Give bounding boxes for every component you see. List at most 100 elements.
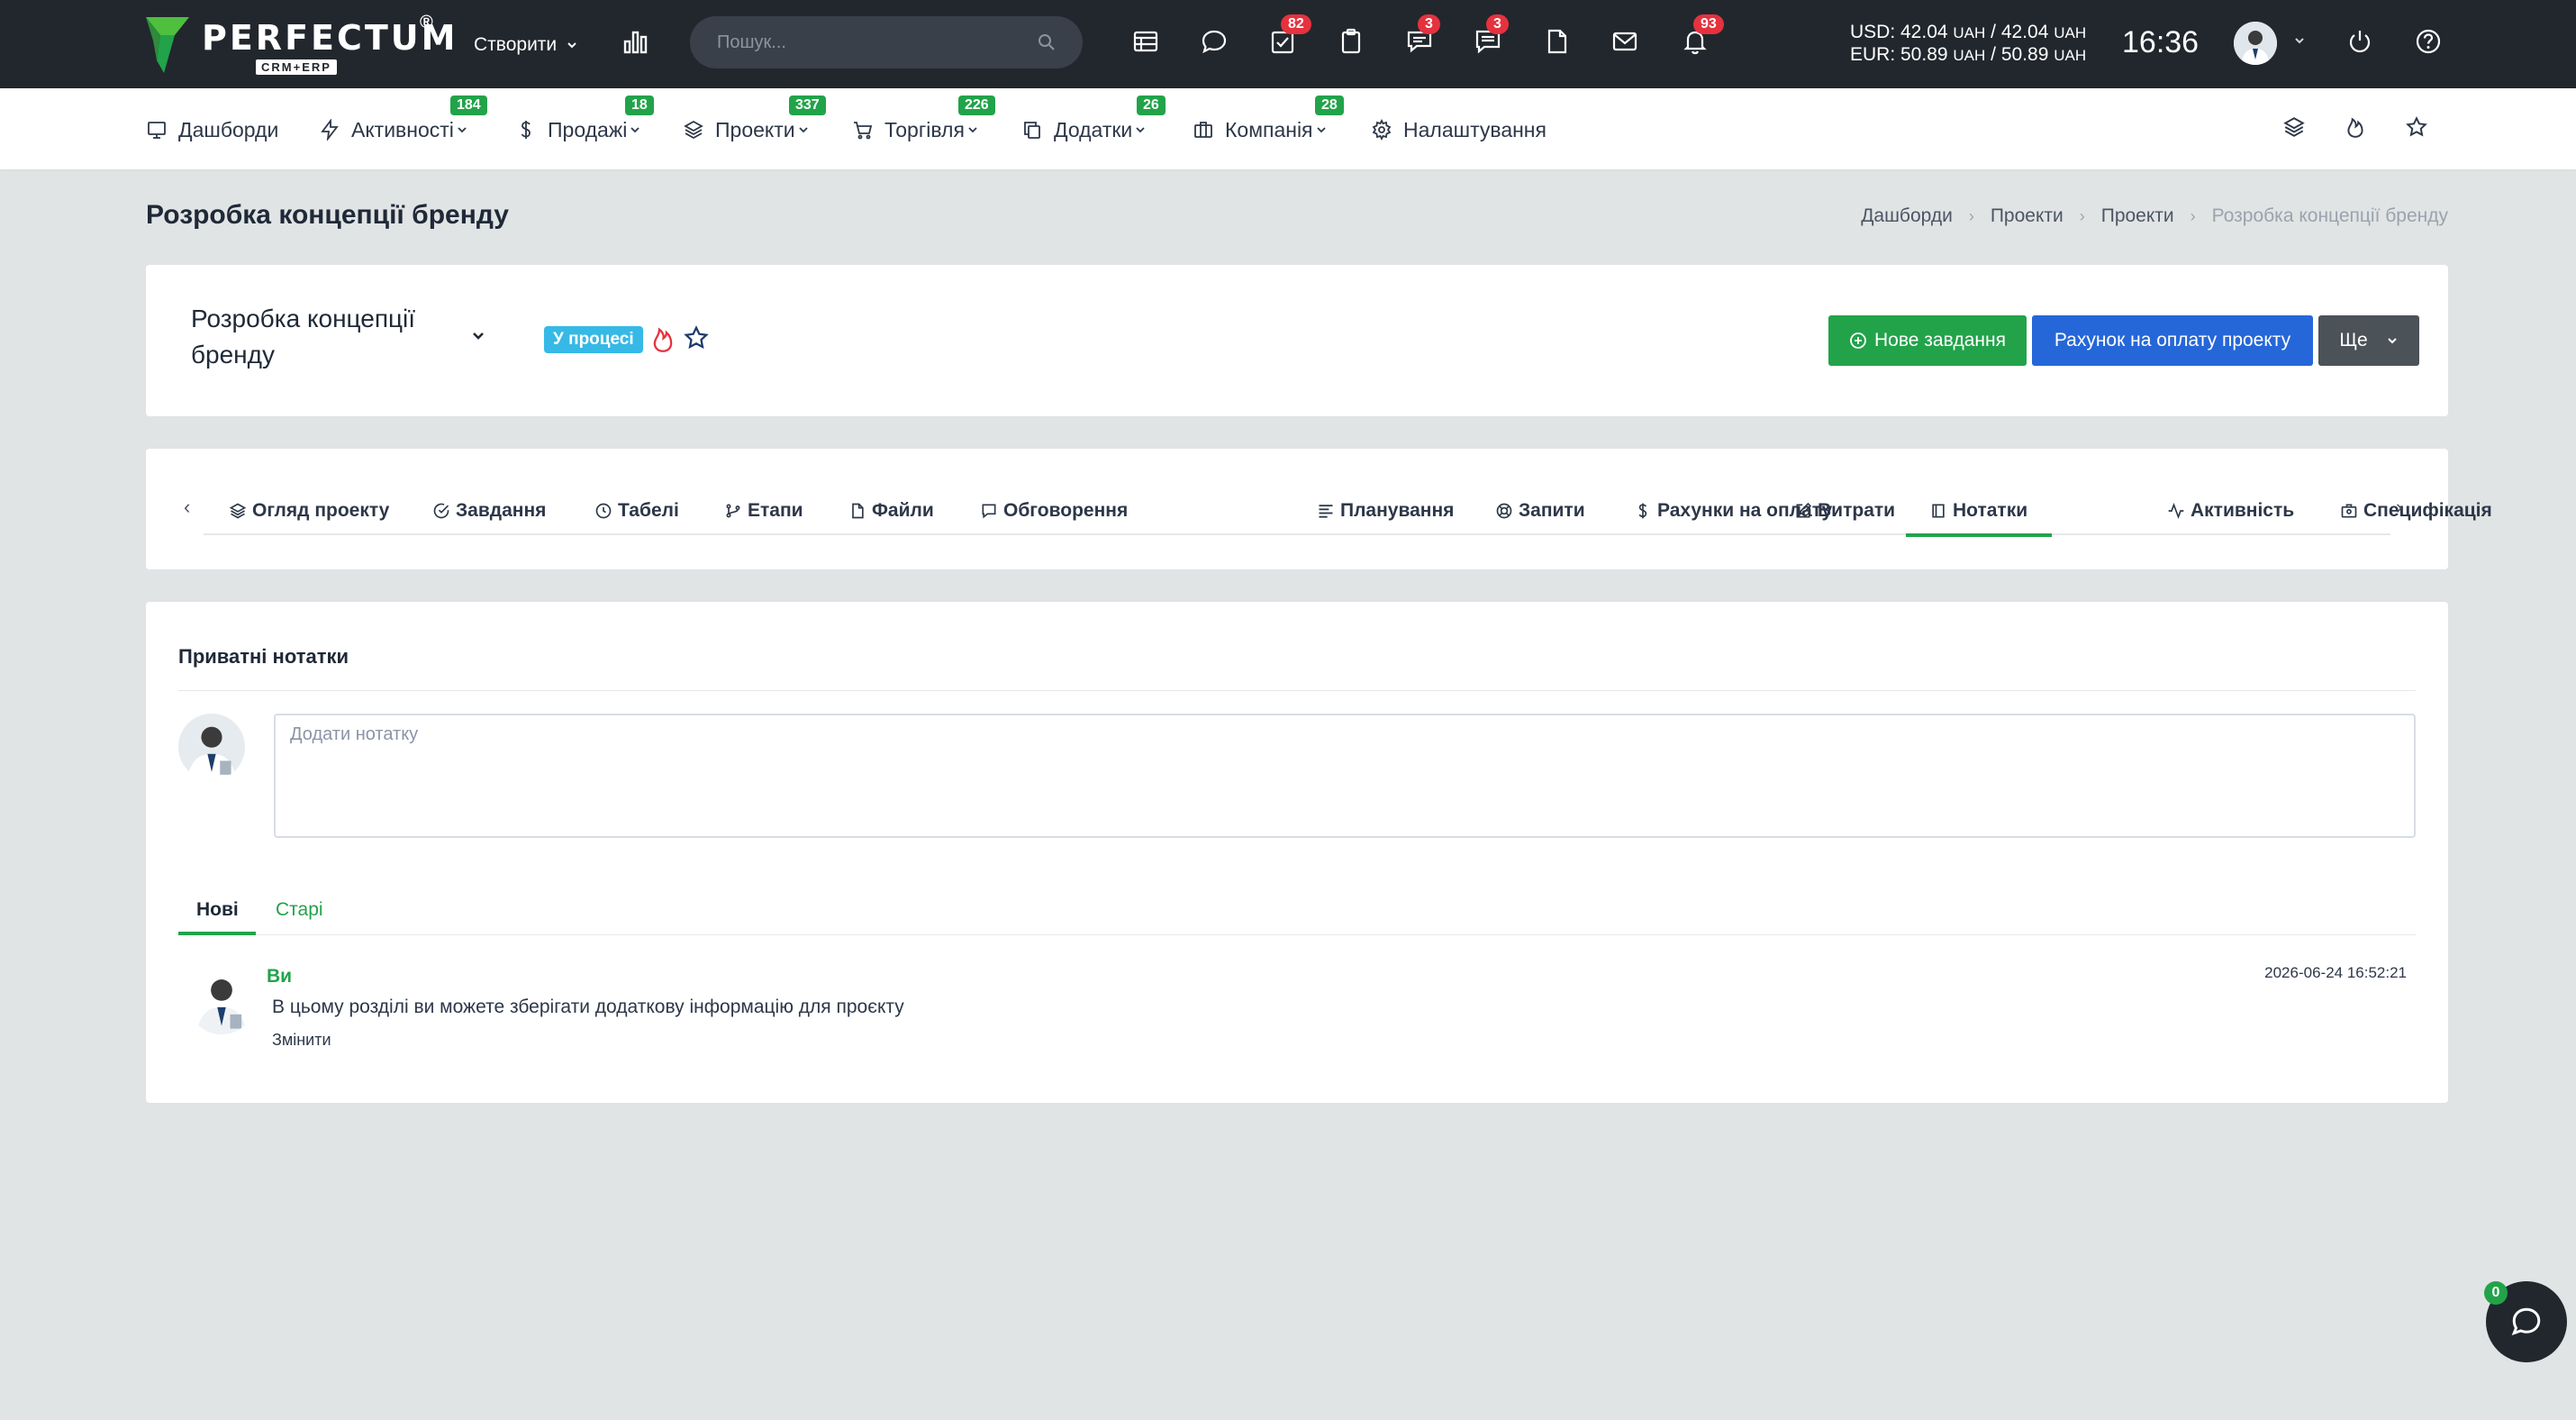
note-author[interactable]: Ви bbox=[267, 966, 292, 988]
chevron-right-icon: › bbox=[2079, 206, 2085, 225]
tab-old-notes[interactable]: Старі bbox=[276, 899, 323, 921]
tab-expenses[interactable]: Витрати bbox=[1794, 494, 1895, 528]
fire-icon[interactable] bbox=[650, 324, 679, 355]
nav-label: Компанія bbox=[1225, 117, 1313, 141]
active-sort-indicator bbox=[178, 932, 256, 935]
notifications-badge: 93 bbox=[1693, 14, 1724, 34]
tab-activity[interactable]: Активність bbox=[2167, 494, 2294, 528]
messages-icon[interactable]: 3 bbox=[1405, 14, 1440, 59]
chevron-right-icon: › bbox=[2190, 206, 2196, 225]
chevron-down-icon bbox=[1136, 127, 1145, 133]
top-bar: PERFECTUM ® CRM+ERP Створити 82 3 3 bbox=[0, 0, 2576, 88]
search-box[interactable] bbox=[690, 16, 1083, 68]
monitor-icon bbox=[148, 122, 166, 139]
tab-tasks[interactable]: Завдання bbox=[432, 494, 546, 528]
add-note-textarea[interactable] bbox=[274, 714, 2416, 838]
tabs-scroll-right-icon[interactable]: › bbox=[2396, 496, 2402, 519]
logo-mark-icon bbox=[144, 14, 191, 75]
gear-icon bbox=[1372, 119, 1392, 141]
help-icon[interactable] bbox=[2414, 27, 2446, 59]
nav-item-sales[interactable]: Продажі 18 bbox=[515, 96, 654, 146]
nav-item-activities[interactable]: Активності 184 bbox=[319, 96, 487, 146]
nav-label: Проекти bbox=[715, 117, 795, 141]
currency-rates: USD: 42.04 UAH / 42.04 UAH EUR: 50.89 UA… bbox=[1850, 22, 2086, 67]
notes-card: Приватні нотатки Нові Старі Ви В цьому р… bbox=[146, 602, 2448, 1103]
nav-label: Дашборди bbox=[178, 117, 279, 141]
create-menu-button[interactable]: Створити bbox=[474, 27, 578, 63]
fire-icon[interactable] bbox=[2344, 115, 2371, 142]
power-icon[interactable] bbox=[2345, 27, 2378, 59]
tasks-badge: 82 bbox=[1281, 14, 1311, 34]
star-icon[interactable] bbox=[683, 324, 712, 353]
eur-rate: EUR: 50.89 UAH / 50.89 UAH bbox=[1850, 44, 2087, 65]
spec-icon bbox=[2341, 504, 2357, 518]
nav-item-addons[interactable]: Додатки 26 bbox=[1021, 96, 1166, 146]
project-name: Розробка концепції бренду bbox=[191, 305, 416, 369]
clock-icon bbox=[595, 503, 612, 519]
tab-milestones[interactable]: Етапи bbox=[724, 494, 803, 528]
plus-circle-icon bbox=[1850, 332, 1866, 349]
nav-item-projects[interactable]: Проекти 337 bbox=[683, 96, 826, 146]
activities-badge: 184 bbox=[450, 96, 487, 115]
bar-chart-icon[interactable] bbox=[621, 27, 652, 58]
project-switch-chevron-icon[interactable] bbox=[470, 328, 486, 349]
new-task-button[interactable]: Нове завдання bbox=[1828, 315, 2027, 366]
tabs-scroll-left-icon[interactable]: ‹ bbox=[184, 496, 190, 519]
tasks-check-icon[interactable]: 82 bbox=[1268, 14, 1311, 59]
search-input[interactable] bbox=[717, 32, 1023, 53]
create-label: Створити bbox=[474, 34, 558, 55]
note-edit-link[interactable]: Змінити bbox=[272, 1031, 331, 1050]
search-icon[interactable] bbox=[1038, 33, 1056, 51]
nav-item-dashboards[interactable]: Дашборди bbox=[146, 114, 278, 146]
layers-icon bbox=[229, 503, 247, 519]
chevron-down-icon bbox=[458, 127, 467, 133]
tab-notes[interactable]: Нотатки bbox=[1929, 494, 2027, 528]
breadcrumb-item[interactable]: Проекти bbox=[2101, 205, 2174, 227]
breadcrumb-item[interactable]: Проекти bbox=[1991, 205, 2064, 227]
company-badge: 28 bbox=[1315, 96, 1344, 115]
nav-item-company[interactable]: Компанія 28 bbox=[1193, 96, 1344, 146]
tab-overview[interactable]: Огляд проекту bbox=[229, 494, 389, 528]
gantt-icon bbox=[1319, 505, 1333, 518]
layers-toggle-icon[interactable] bbox=[2282, 115, 2309, 142]
document-icon[interactable] bbox=[1542, 27, 1574, 59]
usd-rate: USD: 42.04 UAH / 42.04 UAH bbox=[1850, 22, 2087, 42]
tab-planning[interactable]: Планування bbox=[1317, 494, 1454, 528]
tab-discussions[interactable]: Обговорення bbox=[980, 494, 1128, 528]
user-avatar[interactable] bbox=[2234, 22, 2277, 65]
star-icon[interactable] bbox=[2405, 115, 2432, 142]
briefcase-icon bbox=[1194, 122, 1212, 138]
tab-requests[interactable]: Запити bbox=[1495, 494, 1585, 528]
chevron-right-icon: › bbox=[1968, 206, 1974, 225]
brand-logo[interactable]: PERFECTUM ® CRM+ERP bbox=[144, 13, 455, 76]
clock: 16:36 bbox=[2122, 25, 2200, 59]
breadcrumb: Дашборди › Проекти › Проекти › Розробка … bbox=[1861, 205, 2448, 227]
tab-specification[interactable]: Специфікація bbox=[2340, 494, 2492, 528]
invoice-button[interactable]: Рахунок на оплату проекту bbox=[2032, 315, 2313, 366]
tab-files[interactable]: Файли bbox=[848, 494, 934, 528]
git-branch-icon bbox=[726, 504, 740, 518]
bell-icon[interactable]: 93 bbox=[1681, 14, 1724, 59]
chevron-down-icon[interactable] bbox=[2293, 34, 2306, 51]
dollar-icon bbox=[1638, 503, 1647, 519]
nav-item-trade[interactable]: Торгівля 226 bbox=[852, 96, 995, 146]
mail-icon[interactable] bbox=[1610, 27, 1643, 59]
messages-badge: 3 bbox=[1418, 14, 1440, 34]
note-text: В цьому розділі ви можете зберігати дода… bbox=[272, 997, 904, 1017]
calendar-icon[interactable] bbox=[1131, 27, 1164, 59]
tab-timesheets[interactable]: Табелі bbox=[594, 494, 679, 528]
comments-icon[interactable]: 3 bbox=[1474, 14, 1509, 59]
note-author-avatar bbox=[187, 966, 256, 1034]
chat-bubble-icon[interactable] bbox=[1200, 27, 1232, 59]
nav-item-settings[interactable]: Налаштування bbox=[1371, 114, 1547, 146]
book-icon bbox=[1932, 504, 1945, 518]
chevron-down-icon bbox=[968, 127, 977, 133]
more-button[interactable]: Ще bbox=[2318, 315, 2419, 366]
tab-new-notes[interactable]: Нові bbox=[196, 899, 239, 921]
lightning-icon bbox=[321, 119, 339, 141]
breadcrumb-item[interactable]: Дашборди bbox=[1861, 205, 1953, 227]
sales-badge: 18 bbox=[625, 96, 654, 115]
file-icon bbox=[852, 503, 864, 519]
check-circle-icon bbox=[433, 503, 449, 519]
clipboard-icon[interactable] bbox=[1337, 27, 1369, 59]
